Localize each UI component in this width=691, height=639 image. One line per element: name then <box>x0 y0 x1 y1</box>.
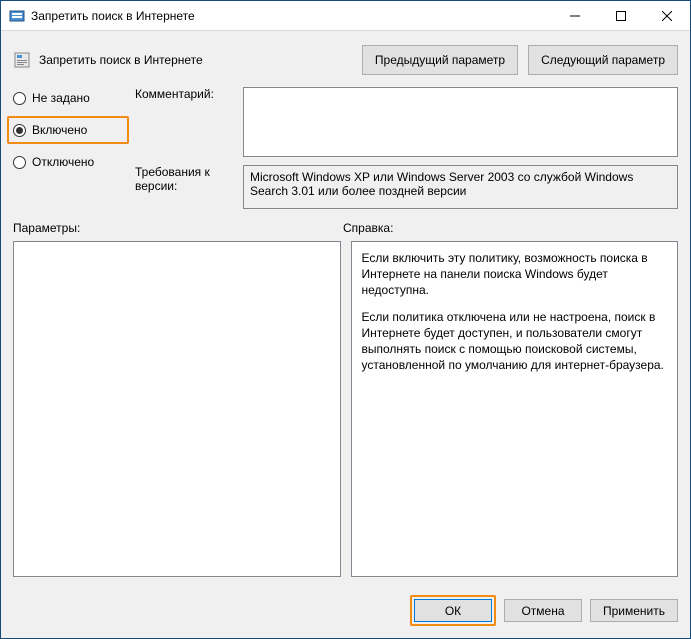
help-paragraph: Если включить эту политику, возможность … <box>362 250 668 299</box>
next-setting-button[interactable]: Следующий параметр <box>528 45 678 75</box>
fields-column: Комментарий: Требования к версии: Micros… <box>135 87 678 209</box>
header-row: Запретить поиск в Интернете Предыдущий п… <box>1 31 690 87</box>
comment-textarea[interactable] <box>243 87 678 157</box>
parameters-label: Параметры: <box>13 221 343 235</box>
policy-icon <box>13 51 31 69</box>
dialog-window: Запретить поиск в Интернете <box>0 0 691 639</box>
radio-icon <box>13 124 26 137</box>
highlight-ok: ОК <box>410 595 496 626</box>
window-controls <box>552 1 690 30</box>
dialog-body: Запретить поиск в Интернете Предыдущий п… <box>1 31 690 638</box>
window-title: Запретить поиск в Интернете <box>31 9 552 23</box>
titlebar: Запретить поиск в Интернете <box>1 1 690 31</box>
footer-buttons: ОК Отмена Применить <box>1 587 690 638</box>
requirements-box: Microsoft Windows XP или Windows Server … <box>243 165 678 209</box>
parameters-pane <box>13 241 341 577</box>
ok-button[interactable]: ОК <box>414 599 492 622</box>
pane-labels: Параметры: Справка: <box>1 217 690 241</box>
requirements-text: Microsoft Windows XP или Windows Server … <box>250 170 633 198</box>
help-label: Справка: <box>343 221 393 235</box>
close-button[interactable] <box>644 1 690 30</box>
radio-icon <box>13 156 26 169</box>
radio-disabled[interactable]: Отключено <box>13 153 123 171</box>
radio-enabled[interactable]: Включено <box>13 121 123 139</box>
radio-label: Отключено <box>32 155 94 169</box>
panes-row: Если включить эту политику, возможность … <box>1 241 690 587</box>
comment-label: Комментарий: <box>135 87 235 157</box>
radio-not-configured[interactable]: Не задано <box>13 89 123 107</box>
help-pane: Если включить эту политику, возможность … <box>351 241 679 577</box>
mid-section: Не задано Включено Отключено Комментарий… <box>1 87 690 217</box>
radio-icon <box>13 92 26 105</box>
app-icon <box>9 8 25 24</box>
minimize-button[interactable] <box>552 1 598 30</box>
previous-setting-button[interactable]: Предыдущий параметр <box>362 45 518 75</box>
radio-label: Включено <box>32 123 87 137</box>
state-radio-group: Не задано Включено Отключено <box>13 87 123 209</box>
maximize-button[interactable] <box>598 1 644 30</box>
radio-label: Не задано <box>32 91 90 105</box>
requirements-label: Требования к версии: <box>135 165 235 209</box>
cancel-button[interactable]: Отмена <box>504 599 582 622</box>
policy-title: Запретить поиск в Интернете <box>39 53 362 67</box>
highlight-enabled: Включено <box>7 116 129 144</box>
help-paragraph: Если политика отключена или не настроена… <box>362 309 668 374</box>
apply-button[interactable]: Применить <box>590 599 678 622</box>
